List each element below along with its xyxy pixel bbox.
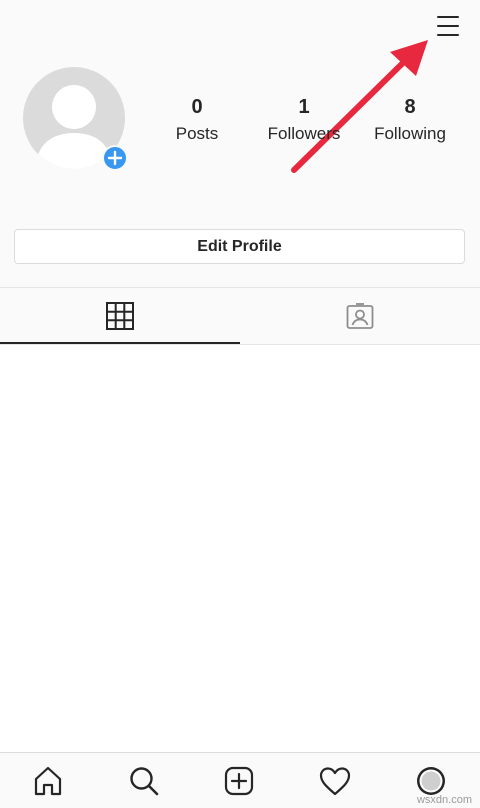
hamburger-line bbox=[437, 34, 459, 36]
posts-label: Posts bbox=[175, 124, 219, 143]
posts-stat[interactable]: 0 Posts bbox=[142, 94, 252, 146]
followers-count: 1 bbox=[298, 96, 310, 118]
grid-icon bbox=[106, 302, 134, 330]
hamburger-menu-icon bbox=[437, 16, 459, 18]
tab-tagged[interactable] bbox=[240, 288, 480, 344]
home-icon bbox=[34, 766, 62, 796]
bottom-nav bbox=[0, 752, 480, 808]
nav-activity[interactable] bbox=[317, 763, 353, 799]
followers-label: Followers bbox=[267, 124, 341, 143]
followers-stat[interactable]: 1 Followers bbox=[249, 94, 359, 146]
posts-count: 0 bbox=[191, 96, 203, 118]
watermark: wsxdn.com bbox=[416, 794, 472, 806]
add-story-button[interactable] bbox=[102, 145, 128, 171]
tagged-photos-icon bbox=[346, 303, 374, 329]
tab-posts-grid[interactable] bbox=[0, 288, 240, 344]
hamburger-line bbox=[437, 25, 459, 27]
following-stat[interactable]: 8 Following bbox=[355, 94, 465, 146]
nav-search[interactable] bbox=[126, 763, 162, 799]
add-post-icon bbox=[224, 766, 254, 796]
heart-icon bbox=[319, 767, 351, 796]
nav-add-post[interactable] bbox=[221, 763, 257, 799]
following-label: Following bbox=[374, 124, 446, 143]
search-icon bbox=[130, 767, 159, 796]
plus-icon bbox=[107, 150, 123, 166]
edit-profile-button[interactable]: Edit Profile bbox=[14, 229, 465, 264]
posts-grid-area bbox=[0, 345, 480, 753]
nav-home[interactable] bbox=[30, 763, 66, 799]
following-count: 8 bbox=[404, 96, 416, 118]
